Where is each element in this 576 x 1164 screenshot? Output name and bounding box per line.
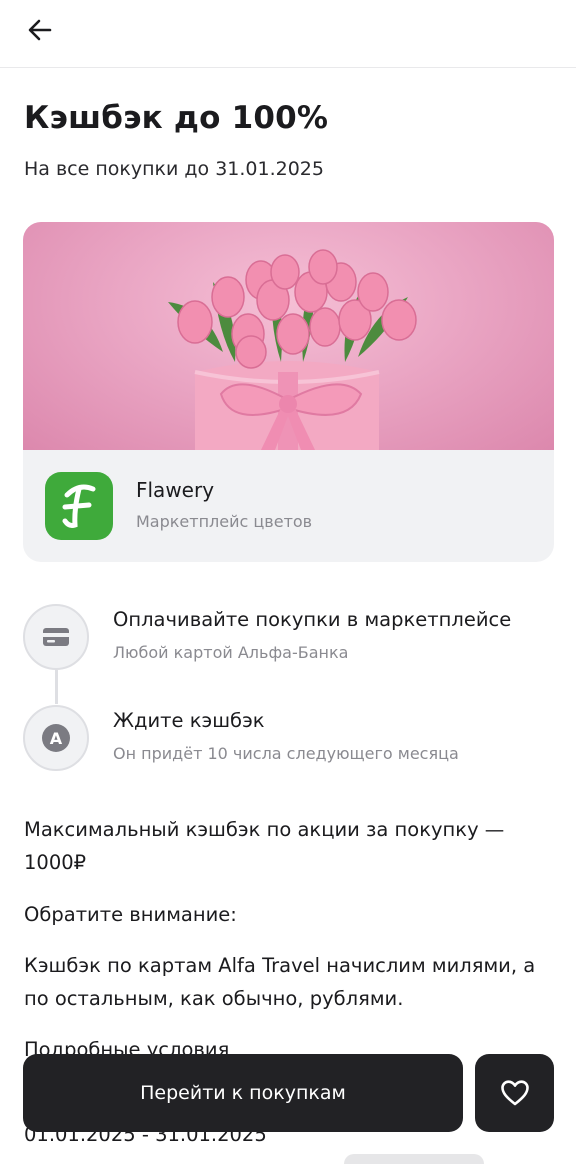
travel-note-line-2: по остальным, как обычно, рублями. <box>24 987 404 1010</box>
top-bar <box>0 0 576 68</box>
step-2-circle: А <box>23 705 89 771</box>
partner-card[interactable]: Flawery Маркетплейс цветов <box>23 222 554 562</box>
card-icon <box>43 628 69 646</box>
step-1-subtitle: Любой картой Альфа-Банка <box>113 643 349 662</box>
partner-description: Маркетплейс цветов <box>136 512 313 531</box>
max-cashback-line-2: 1000₽ <box>24 851 87 874</box>
travel-note-line-1: Кэшбэк по картам Alfa Travel начислим ми… <box>24 954 536 977</box>
partner-name: Flawery <box>136 478 215 502</box>
step-1-title: Оплачивайте покупки в маркетплейсе <box>113 608 512 631</box>
max-cashback-line-1: Максимальный кэшбэк по акции за покупку … <box>24 818 505 841</box>
step-1-circle <box>23 604 89 670</box>
travel-note-text: Кэшбэк по картам Alfa Travel начислим ми… <box>24 949 554 1015</box>
favorite-button[interactable] <box>475 1054 554 1132</box>
steps-connector <box>55 670 58 704</box>
go-to-shopping-button[interactable]: Перейти к покупкам <box>23 1054 463 1132</box>
back-button[interactable] <box>14 8 66 52</box>
partner-info: Flawery Маркетплейс цветов <box>23 450 554 562</box>
alfa-logo-letter: А <box>49 728 63 748</box>
page-title: Кэшбэк до 100% <box>24 100 329 136</box>
step-2-subtitle: Он придёт 10 числа следующего месяца <box>113 744 459 763</box>
step-2-title: Ждите кэшбэк <box>113 709 265 732</box>
attention-text: Обратите внимание: <box>24 903 237 926</box>
partner-banner-image <box>23 222 554 450</box>
flawery-logo-icon <box>45 472 113 540</box>
arrow-left-icon <box>28 19 52 41</box>
page: Кэшбэк до 100% На все покупки до 31.01.2… <box>0 0 576 1164</box>
heart-icon <box>500 1080 529 1106</box>
home-indicator <box>344 1154 484 1164</box>
page-subtitle: На все покупки до 31.01.2025 <box>24 158 324 180</box>
max-cashback-text: Максимальный кэшбэк по акции за покупку … <box>24 813 554 879</box>
